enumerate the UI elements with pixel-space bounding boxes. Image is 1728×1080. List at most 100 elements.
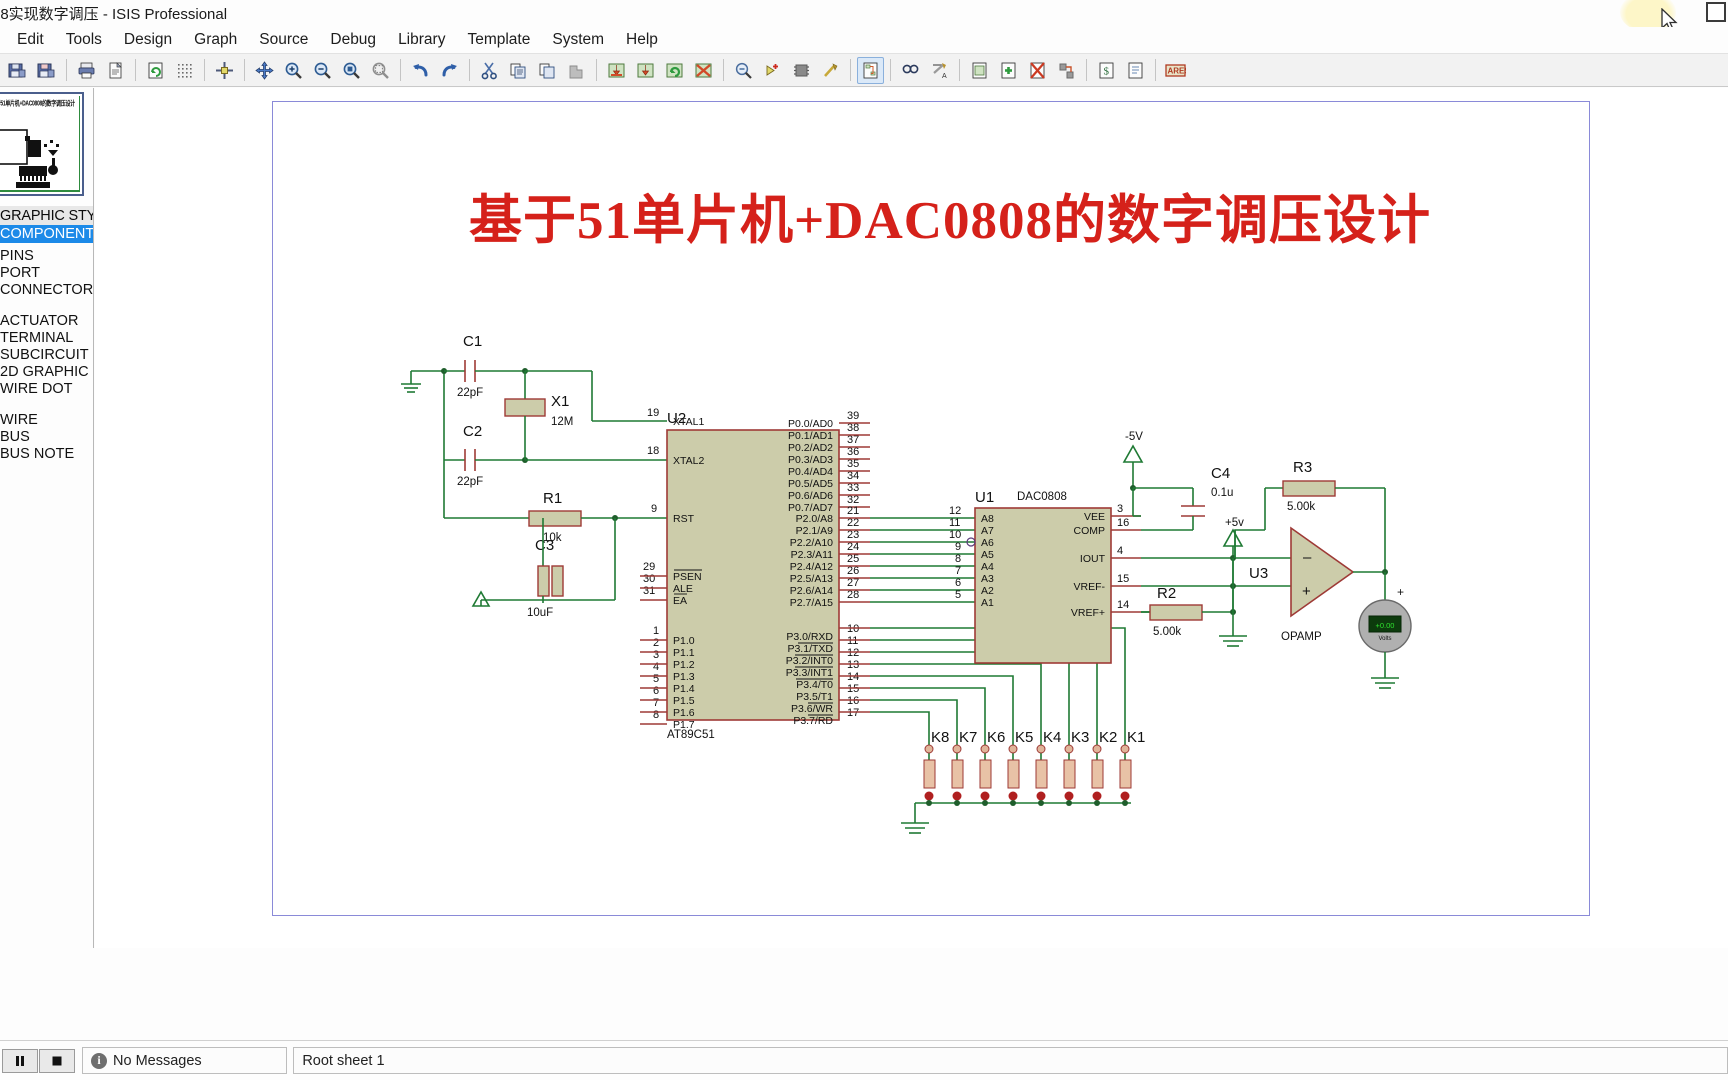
svg-text:+: + <box>1302 583 1311 600</box>
capacitor-c4: C4 0.1u <box>1141 465 1233 531</box>
redo-icon[interactable] <box>436 57 463 84</box>
svg-text:5: 5 <box>955 589 961 601</box>
save-design-icon[interactable] <box>4 57 31 84</box>
info-icon: i <box>91 1052 107 1069</box>
menu-edit[interactable]: Edit <box>6 29 55 51</box>
svg-text:12: 12 <box>847 647 859 659</box>
svg-text:16: 16 <box>847 695 859 707</box>
undo-icon[interactable] <box>407 57 434 84</box>
style-item-actuator[interactable]: ACTUATOR <box>0 313 93 330</box>
import-section-icon[interactable] <box>33 57 60 84</box>
power-terminal-plus-5v: +5v <box>1222 517 1244 612</box>
paste-icon[interactable] <box>534 57 561 84</box>
toolbar-separator <box>959 59 960 81</box>
svg-text:P1.6: P1.6 <box>673 707 695 719</box>
toolbar-separator <box>244 59 245 81</box>
menu-source[interactable]: Source <box>248 29 319 51</box>
print-icon[interactable] <box>73 57 100 84</box>
block-delete-icon[interactable] <box>690 57 717 84</box>
menu-bar: Edit Tools Design Graph Source Debug Lib… <box>0 27 1728 53</box>
selected-style-component[interactable]: COMPONENT <box>0 225 93 243</box>
zoom-all-icon[interactable] <box>367 57 394 84</box>
block-copy-icon[interactable] <box>603 57 630 84</box>
svg-text:19: 19 <box>647 407 659 419</box>
menu-template[interactable]: Template <box>456 29 541 51</box>
svg-text:P2.3/A11: P2.3/A11 <box>791 549 834 561</box>
svg-text:9: 9 <box>651 503 657 515</box>
copy-icon[interactable] <box>505 57 532 84</box>
electrical-rule-check-icon[interactable] <box>897 57 924 84</box>
toolbar-separator <box>890 59 891 81</box>
origin-icon[interactable] <box>211 57 238 84</box>
overview-preview-box[interactable]: 基于51单片机+DAC0808的数字调压设计 <box>0 92 84 196</box>
new-sheet-icon[interactable] <box>966 57 993 84</box>
style-item-wire[interactable]: WIRE <box>0 412 93 429</box>
capacitor-c3: C3 10uF <box>527 537 564 619</box>
schematic-canvas[interactable]: 基于51单片机+DAC0808的数字调压设计 .w { stroke:#1f7a… <box>95 88 1728 948</box>
graphic-styles-list[interactable]: PINS PORT CONNECTOR ACTUATOR TERMINAL SU… <box>0 248 93 463</box>
make-device-icon[interactable] <box>759 57 786 84</box>
menu-graph[interactable]: Graph <box>183 29 248 51</box>
menu-debug[interactable]: Debug <box>319 29 387 51</box>
zoom-area-icon[interactable] <box>338 57 365 84</box>
style-item-connector[interactable]: CONNECTOR <box>0 282 93 299</box>
bill-of-materials-icon[interactable]: $ <box>1093 57 1120 84</box>
stop-button[interactable] <box>39 1048 75 1073</box>
pick-device-icon[interactable] <box>730 57 757 84</box>
paste-from-clipboard-icon[interactable] <box>563 57 590 84</box>
netlist-icon[interactable] <box>857 56 884 84</box>
left-object-selector-panel[interactable]: 基于51单片机+DAC0808的数字调压设计 <box>0 88 94 948</box>
svg-text:RST: RST <box>673 513 695 525</box>
style-item-port[interactable]: PORT <box>0 265 93 282</box>
svg-text:1: 1 <box>653 625 659 637</box>
electrical-report-icon[interactable] <box>1122 57 1149 84</box>
menu-tools[interactable]: Tools <box>55 29 113 51</box>
exit-sheet-icon[interactable] <box>1053 57 1080 84</box>
toolbar-separator <box>596 59 597 81</box>
svg-text:3: 3 <box>653 649 659 661</box>
menu-help[interactable]: Help <box>615 29 669 51</box>
style-item-wire-dot[interactable]: WIRE DOT <box>0 381 93 398</box>
style-item-terminal[interactable]: TERMINAL <box>0 330 93 347</box>
power-terminal-left <box>471 590 491 607</box>
zoom-out-icon[interactable] <box>309 57 336 84</box>
cut-icon[interactable] <box>476 57 503 84</box>
style-item-2d-graphic[interactable]: 2D GRAPHIC <box>0 364 93 381</box>
svg-text:+: + <box>1397 585 1404 599</box>
pause-button[interactable] <box>2 1048 38 1073</box>
add-sheet-icon[interactable] <box>995 57 1022 84</box>
svg-text:10: 10 <box>847 623 859 635</box>
window-maximize-button[interactable] <box>1706 2 1726 22</box>
menu-design[interactable]: Design <box>113 29 183 51</box>
style-item-bus[interactable]: BUS <box>0 429 93 446</box>
svg-text:7: 7 <box>653 697 659 709</box>
ares-icon[interactable]: ARES <box>1162 57 1189 84</box>
menu-library[interactable]: Library <box>387 29 456 51</box>
style-item-pins[interactable]: PINS <box>0 248 93 265</box>
remove-sheet-icon[interactable] <box>1024 57 1051 84</box>
refresh-icon[interactable] <box>142 57 169 84</box>
decompose-icon[interactable] <box>817 57 844 84</box>
zoom-in-icon[interactable] <box>280 57 307 84</box>
svg-text:P3.4/T0: P3.4/T0 <box>796 679 833 691</box>
menu-system[interactable]: System <box>541 29 615 51</box>
svg-text:XTAL1: XTAL1 <box>673 416 704 428</box>
style-item-bus-note[interactable]: BUS NOTE <box>0 446 93 463</box>
packaging-tool-icon[interactable] <box>788 57 815 84</box>
style-item-subcircuit[interactable]: SUBCIRCUIT <box>0 347 93 364</box>
toggle-grid-icon[interactable] <box>171 57 198 84</box>
block-move-icon[interactable] <box>632 57 659 84</box>
toolbar-separator <box>469 59 470 81</box>
block-rotate-icon[interactable] <box>661 57 688 84</box>
svg-text:–: – <box>1303 549 1312 566</box>
svg-text:XTAL2: XTAL2 <box>673 455 704 467</box>
netlist-compiler-icon[interactable]: A <box>926 57 953 84</box>
pan-icon[interactable] <box>251 57 278 84</box>
print-area-icon[interactable] <box>102 57 129 84</box>
svg-text:COMP: COMP <box>1074 525 1106 537</box>
message-status-cell[interactable]: i No Messages <box>82 1047 288 1074</box>
svg-text:14: 14 <box>1117 599 1129 611</box>
svg-text:A2: A2 <box>981 585 994 597</box>
svg-text:30: 30 <box>643 573 655 585</box>
svg-text:17: 17 <box>847 707 859 719</box>
